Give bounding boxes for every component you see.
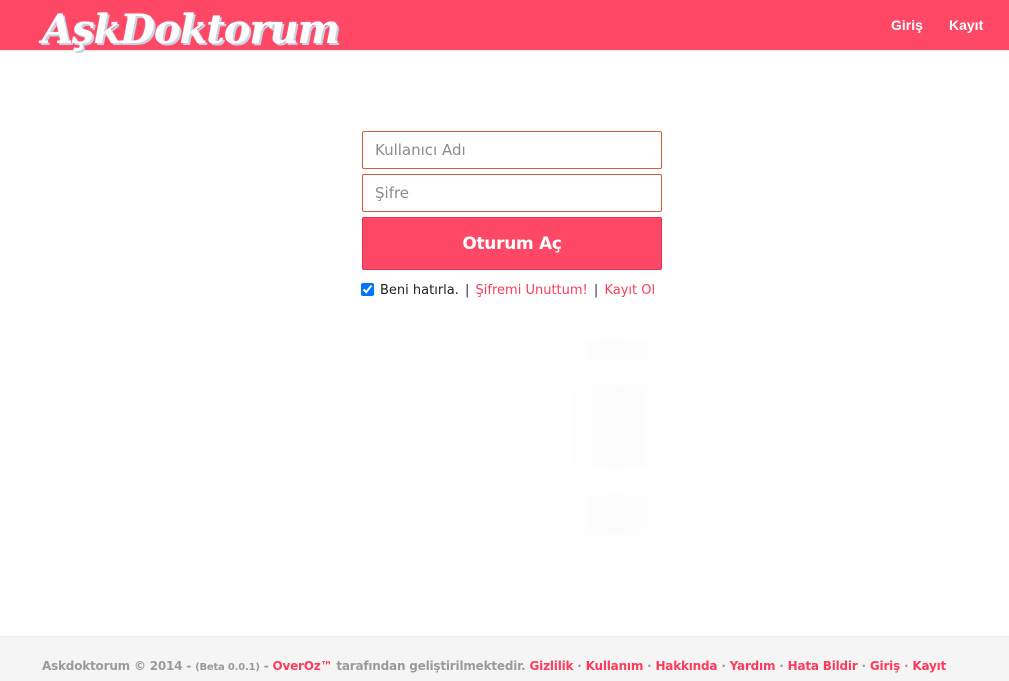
- footer-report-bug-link[interactable]: Hata Bildir: [788, 659, 858, 673]
- footer-about-link[interactable]: Hakkında: [655, 659, 717, 673]
- register-link[interactable]: Kayıt Ol: [604, 283, 655, 298]
- top-navbar: AşkDoktorum Giriş Kayıt: [0, 0, 1009, 53]
- nav-login-link[interactable]: Giriş: [891, 16, 923, 34]
- footer-developer-link[interactable]: OverOz™: [272, 659, 332, 673]
- footer-dash: -: [263, 659, 269, 673]
- nav-register-link[interactable]: Kayıt: [949, 16, 983, 34]
- footer-login-link[interactable]: Giriş: [870, 659, 900, 673]
- password-input[interactable]: [362, 174, 662, 212]
- footer-terms-link[interactable]: Kullanım: [586, 659, 644, 673]
- forgot-password-link[interactable]: Şifremi Unuttum!: [476, 283, 588, 298]
- faded-background-shape: [556, 495, 674, 535]
- footer-line: Askdoktorum © 2014 - (Beta 0.0.1) - Over…: [42, 657, 946, 677]
- footer-dot: ·: [647, 659, 652, 673]
- footer-version: (Beta 0.0.1): [195, 662, 260, 673]
- footer: Askdoktorum © 2014 - (Beta 0.0.1) - Over…: [0, 636, 1009, 681]
- footer-developed-text: tarafından geliştirilmektedir.: [336, 659, 526, 673]
- footer-help-link[interactable]: Yardım: [730, 659, 776, 673]
- username-input[interactable]: [362, 131, 662, 169]
- footer-dot: ·: [861, 659, 867, 673]
- footer-dot: ·: [577, 659, 582, 673]
- footer-dot: ·: [779, 659, 784, 673]
- remember-row: Beni hatırla. | Şifremi Unuttum! | Kayıt…: [361, 281, 681, 301]
- footer-copyright: Askdoktorum © 2014 -: [42, 659, 192, 673]
- site-logo[interactable]: AşkDoktorum: [42, 6, 340, 54]
- faded-background-shape: [556, 340, 674, 360]
- footer-privacy-link[interactable]: Gizlilik: [530, 659, 574, 673]
- faded-background-shape: [562, 385, 674, 467]
- footer-dot: ·: [904, 659, 909, 673]
- footer-dot: ·: [721, 659, 726, 673]
- separator: |: [593, 283, 599, 298]
- remember-me-checkbox[interactable]: [361, 283, 374, 296]
- login-submit-button[interactable]: Oturum Aç: [362, 217, 662, 270]
- footer-register-link[interactable]: Kayıt: [912, 659, 946, 673]
- remember-me-label[interactable]: Beni hatırla.: [380, 283, 459, 298]
- separator: |: [465, 283, 470, 298]
